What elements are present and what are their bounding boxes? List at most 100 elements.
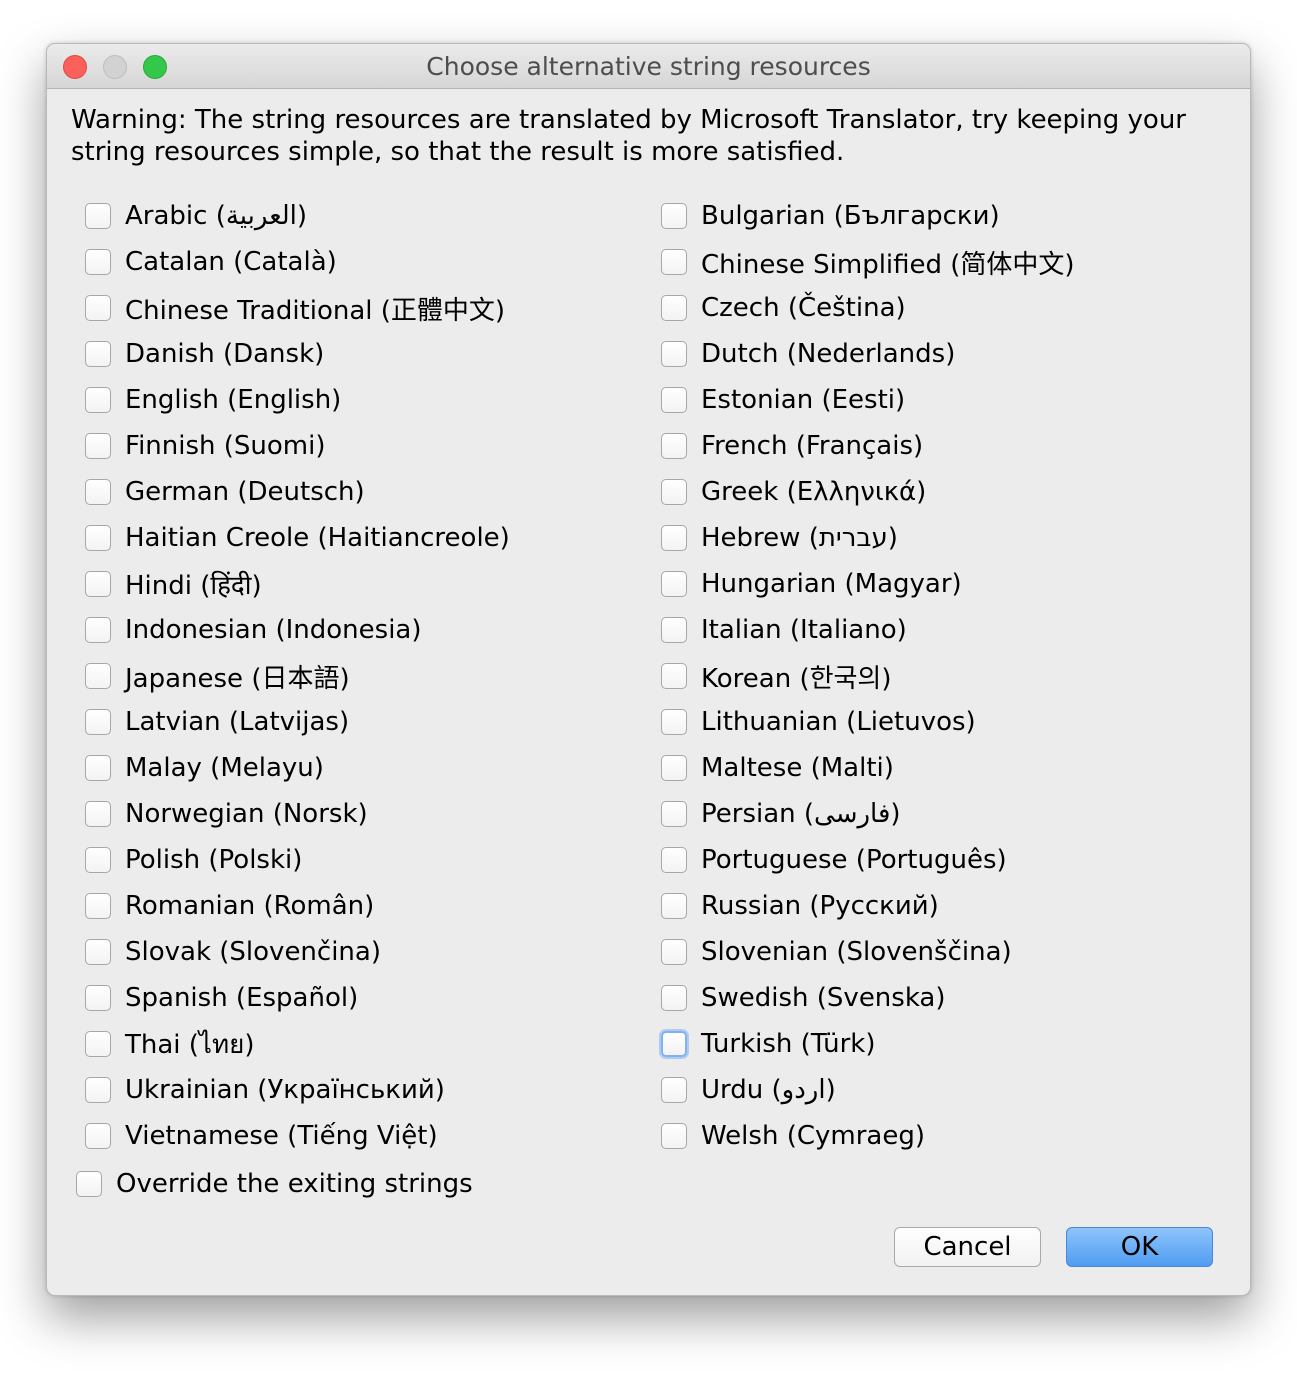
language-checkbox[interactable] [85,341,111,367]
language-label: French (Français) [701,431,924,461]
language-option[interactable]: Turkish (Türk) [661,1029,876,1059]
language-label: Bulgarian (Български) [701,201,1000,231]
language-option[interactable]: Spanish (Español) [85,983,358,1013]
language-option[interactable]: Urdu (اردو) [661,1075,836,1105]
language-option[interactable]: Finnish (Suomi) [85,431,325,461]
language-checkbox[interactable] [661,571,687,597]
language-label: Slovenian (Slovenščina) [701,937,1012,967]
window-title: Choose alternative string resources [426,52,871,81]
language-checkbox[interactable] [661,985,687,1011]
language-checkbox[interactable] [85,617,111,643]
language-option[interactable]: Indonesian (Indonesia) [85,615,422,645]
language-label: Hebrew (עברית) [701,523,898,553]
language-checkbox[interactable] [661,617,687,643]
language-option[interactable]: Ukrainian (Український) [85,1075,445,1105]
language-option[interactable]: Slovak (Slovenčina) [85,937,381,967]
language-option[interactable]: Greek (Ελληνικά) [661,477,926,507]
language-checkbox[interactable] [85,893,111,919]
language-label: Norwegian (Norsk) [125,799,368,829]
language-checkbox[interactable] [85,525,111,551]
language-checkbox[interactable] [85,1123,111,1149]
language-checkbox[interactable] [85,479,111,505]
language-checkbox[interactable] [661,801,687,827]
language-option[interactable]: Estonian (Eesti) [661,385,905,415]
language-option[interactable]: Chinese Simplified (简体中文) [661,247,1075,280]
language-checkbox[interactable] [661,1077,687,1103]
language-option[interactable]: Persian (فارسی) [661,799,901,829]
language-option[interactable]: Russian (Русский) [661,891,939,921]
language-option[interactable]: Thai (ไทย) [85,1029,255,1060]
language-checkbox[interactable] [85,295,111,321]
language-checkbox[interactable] [661,663,687,689]
language-checkbox[interactable] [661,1123,687,1149]
language-checkbox[interactable] [661,755,687,781]
language-option[interactable]: English (English) [85,385,341,415]
language-checkbox[interactable] [85,1077,111,1103]
warning-text: Warning: The string resources are transl… [71,105,1186,167]
language-checkbox[interactable] [85,939,111,965]
language-option[interactable]: Dutch (Nederlands) [661,339,955,369]
language-option[interactable]: Hungarian (Magyar) [661,569,962,599]
language-checkbox[interactable] [661,341,687,367]
language-option[interactable]: Vietnamese (Tiếng Việt) [85,1121,438,1151]
language-checkbox[interactable] [661,295,687,321]
language-option[interactable]: Korean (한국의) [661,661,892,694]
language-option[interactable]: Hindi (हिंदी) [85,569,262,601]
language-checkbox[interactable] [85,571,111,597]
language-option[interactable]: Haitian Creole (Haitiancreole) [85,523,510,553]
language-option[interactable]: Slovenian (Slovenščina) [661,937,1012,967]
language-checkbox[interactable] [661,525,687,551]
language-option[interactable]: Italian (Italiano) [661,615,907,645]
override-option[interactable]: Override the exiting strings [76,1169,473,1199]
language-checkbox[interactable] [661,387,687,413]
language-checkbox[interactable] [85,709,111,735]
language-option[interactable]: French (Français) [661,431,923,461]
language-option[interactable]: Portuguese (Português) [661,845,1007,875]
language-checkbox[interactable] [85,663,111,689]
language-checkbox[interactable] [661,847,687,873]
language-option[interactable]: Welsh (Cymraeg) [661,1121,925,1151]
language-checkbox[interactable] [661,709,687,735]
language-option[interactable]: Chinese Traditional (正體中文) [85,293,505,326]
language-option[interactable]: Malay (Melayu) [85,753,324,783]
language-option[interactable]: Norwegian (Norsk) [85,799,368,829]
language-label: English (English) [125,385,342,415]
language-option[interactable]: Catalan (Català) [85,247,337,277]
language-label: Swedish (Svenska) [701,983,946,1013]
language-option[interactable]: Latvian (Latvijas) [85,707,349,737]
language-checkbox[interactable] [661,203,687,229]
language-checkbox[interactable] [85,801,111,827]
language-option[interactable]: Lithuanian (Lietuvos) [661,707,976,737]
language-option[interactable]: Maltese (Malti) [661,753,894,783]
language-checkbox[interactable] [85,1031,111,1057]
language-checkbox[interactable] [85,387,111,413]
language-checkbox[interactable] [661,1031,687,1057]
language-checkbox[interactable] [85,985,111,1011]
language-checkbox[interactable] [85,249,111,275]
language-checkbox[interactable] [85,433,111,459]
language-option[interactable]: Japanese (日本語) [85,661,350,694]
language-label: Japanese (日本語) [125,663,350,694]
language-option[interactable]: Arabic (العربية) [85,201,307,231]
cancel-button[interactable]: Cancel [894,1227,1041,1267]
language-option[interactable]: Hebrew (עברית) [661,523,898,553]
language-checkbox[interactable] [661,939,687,965]
ok-button[interactable]: OK [1066,1227,1213,1267]
language-checkbox[interactable] [85,847,111,873]
language-option[interactable]: Swedish (Svenska) [661,983,946,1013]
language-checkbox[interactable] [85,203,111,229]
language-option[interactable]: Czech (Čeština) [661,293,906,323]
language-checkbox[interactable] [661,433,687,459]
language-option[interactable]: Polish (Polski) [85,845,302,875]
language-checkbox[interactable] [661,893,687,919]
language-checkbox[interactable] [661,249,687,275]
language-option[interactable]: Bulgarian (Български) [661,201,1000,231]
language-checkbox[interactable] [85,755,111,781]
language-checkbox[interactable] [661,479,687,505]
override-checkbox[interactable] [76,1171,102,1197]
language-option[interactable]: German (Deutsch) [85,477,365,507]
language-label: Vietnamese (Tiếng Việt) [125,1121,438,1151]
language-label: Estonian (Eesti) [701,385,906,415]
language-option[interactable]: Romanian (Român) [85,891,374,921]
language-option[interactable]: Danish (Dansk) [85,339,324,369]
